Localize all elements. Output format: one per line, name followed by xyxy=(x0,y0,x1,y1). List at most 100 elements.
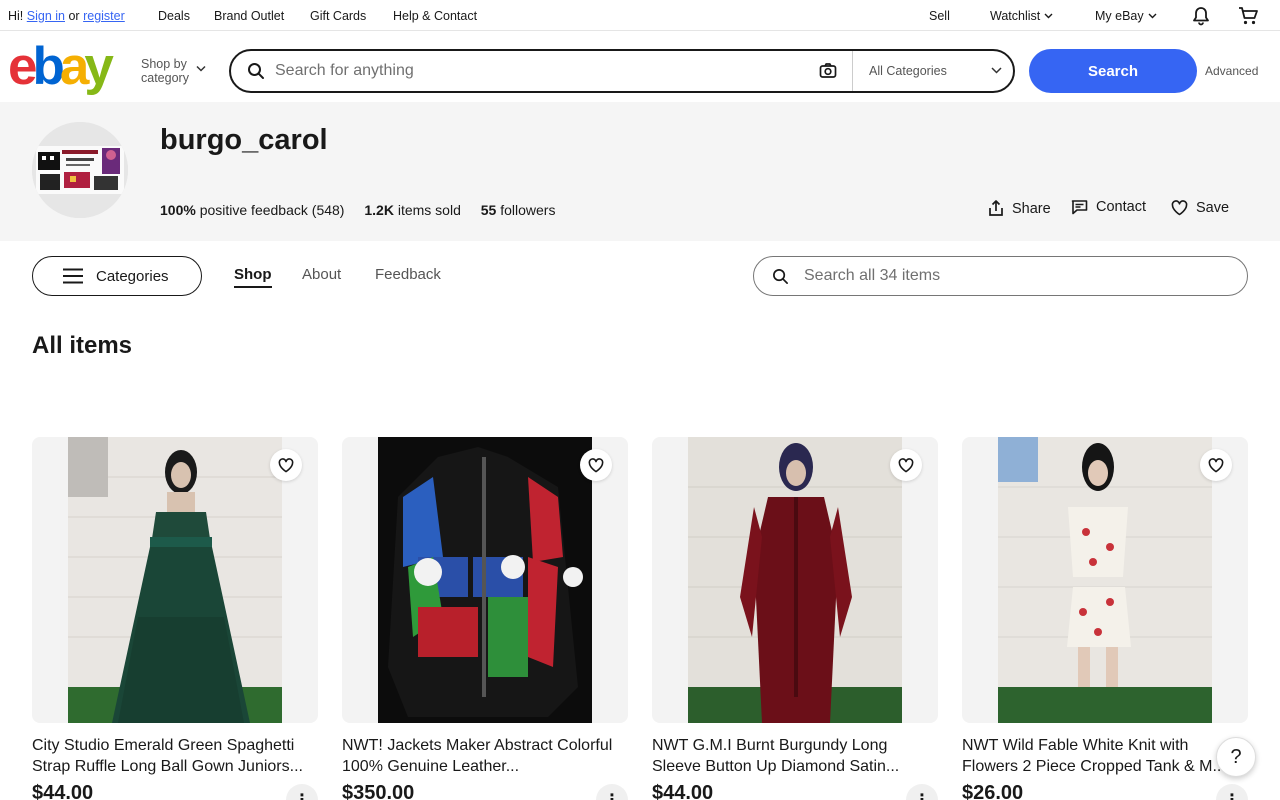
shop-by-category-button[interactable]: Shop by category xyxy=(141,57,189,85)
search-icon xyxy=(773,269,788,284)
category-label: category xyxy=(141,71,189,85)
share-button[interactable]: Share xyxy=(988,200,1051,217)
my-ebay-menu[interactable]: My eBay xyxy=(1095,9,1157,23)
logo-letter: y xyxy=(84,37,114,96)
product-image[interactable] xyxy=(342,437,628,723)
heart-icon xyxy=(278,457,294,472)
product-price: $44.00 xyxy=(652,782,714,800)
store-search-bar xyxy=(753,256,1248,296)
camera-icon[interactable] xyxy=(819,62,837,80)
watchlist-label: Watchlist xyxy=(990,9,1041,23)
product-image[interactable] xyxy=(962,437,1248,723)
logo-letter: a xyxy=(59,37,90,96)
message-icon xyxy=(1071,200,1088,215)
watch-item-button[interactable] xyxy=(890,449,922,481)
advanced-search-link[interactable]: Advanced xyxy=(1205,64,1258,78)
sign-in-link[interactable]: Sign in xyxy=(27,9,65,23)
tab-shop[interactable]: Shop xyxy=(234,266,272,288)
items-sold-value: 1.2K xyxy=(364,202,394,218)
product-card[interactable]: NWT Wild Fable White Knit with Flowers 2… xyxy=(962,437,1248,800)
product-card[interactable]: NWT G.M.I Burnt Burgundy Long Sleeve But… xyxy=(652,437,938,800)
save-seller-button[interactable]: Save xyxy=(1171,200,1229,216)
product-image[interactable] xyxy=(32,437,318,723)
store-search-input[interactable] xyxy=(804,265,1224,287)
gift-cards-link[interactable]: Gift Cards xyxy=(310,9,366,23)
items-sold-label: items sold xyxy=(397,202,461,218)
seller-avatar[interactable] xyxy=(32,122,128,218)
main-search-bar: All Categories xyxy=(229,49,1015,93)
categories-button[interactable]: Categories xyxy=(32,256,202,296)
product-photo xyxy=(998,437,1212,723)
product-price: $44.00 xyxy=(32,782,94,800)
product-title[interactable]: NWT G.M.I Burnt Burgundy Long Sleeve But… xyxy=(652,735,938,777)
watch-item-button[interactable] xyxy=(270,449,302,481)
product-photo xyxy=(378,437,592,723)
product-price: $350.00 xyxy=(342,782,415,800)
product-photo xyxy=(688,437,902,723)
shop-by-label: Shop by xyxy=(141,57,187,71)
watch-item-button[interactable] xyxy=(1200,449,1232,481)
product-title[interactable]: NWT! Jackets Maker Abstract Colorful 100… xyxy=(342,735,628,777)
heart-icon xyxy=(588,457,604,472)
save-label: Save xyxy=(1196,200,1230,216)
help-button[interactable]: ? xyxy=(1216,737,1256,777)
chevron-down-icon xyxy=(1148,13,1157,19)
sell-link[interactable]: Sell xyxy=(929,9,950,23)
seller-name[interactable]: burgo_carol xyxy=(160,124,328,157)
menu-icon xyxy=(63,268,83,284)
feedback-stat[interactable]: 100% positive feedback (548) xyxy=(160,202,344,218)
logo-letter: b xyxy=(32,37,64,96)
heart-icon xyxy=(1171,200,1188,216)
heart-icon xyxy=(898,457,914,472)
share-label: Share xyxy=(1012,200,1051,217)
followers-label: followers xyxy=(500,202,556,218)
greeting-prefix: Hi! xyxy=(8,9,24,23)
brand-outlet-link[interactable]: Brand Outlet xyxy=(214,9,284,23)
product-title[interactable]: City Studio Emerald Green Spaghetti Stra… xyxy=(32,735,318,777)
watch-item-button[interactable] xyxy=(580,449,612,481)
feedback-percent: 100% xyxy=(160,202,196,218)
top-navigation: Hi! Sign in or register Deals Brand Outl… xyxy=(0,0,1280,31)
avatar-image xyxy=(32,122,128,218)
product-price: $26.00 xyxy=(962,782,1024,800)
seller-stats: 100% positive feedback (548) 1.2K items … xyxy=(160,202,571,218)
seller-banner: burgo_carol 100% positive feedback (548)… xyxy=(0,102,1280,241)
feedback-label: positive feedback xyxy=(199,202,308,218)
product-title[interactable]: NWT Wild Fable White Knit with Flowers 2… xyxy=(962,735,1248,777)
chevron-down-icon xyxy=(991,67,1002,74)
register-link[interactable]: register xyxy=(83,9,125,23)
ebay-logo[interactable]: ebay xyxy=(8,40,114,93)
my-ebay-label: My eBay xyxy=(1095,9,1144,23)
tab-about[interactable]: About xyxy=(302,266,341,283)
chevron-down-icon xyxy=(1044,13,1053,19)
bell-icon[interactable] xyxy=(1191,6,1211,26)
feedback-count: (548) xyxy=(311,202,345,218)
section-title: All items xyxy=(32,332,133,359)
greeting: Hi! Sign in or register xyxy=(8,9,125,23)
category-select[interactable]: All Categories xyxy=(869,64,947,78)
search-input[interactable] xyxy=(275,59,795,83)
product-photo xyxy=(68,437,282,723)
logo-letter: e xyxy=(8,37,38,96)
followers-stat: 55 followers xyxy=(481,202,556,218)
chevron-down-icon xyxy=(196,65,206,72)
items-sold-stat: 1.2K items sold xyxy=(364,202,461,218)
followers-value: 55 xyxy=(480,202,497,218)
product-card[interactable]: NWT! Jackets Maker Abstract Colorful 100… xyxy=(342,437,628,800)
cart-icon[interactable] xyxy=(1238,6,1259,26)
or-text: or xyxy=(68,9,80,23)
heart-icon xyxy=(1208,457,1224,472)
share-icon xyxy=(989,200,1003,216)
categories-label: Categories xyxy=(96,267,169,285)
help-contact-link[interactable]: Help & Contact xyxy=(393,9,477,23)
deals-link[interactable]: Deals xyxy=(158,9,190,23)
watchlist-menu[interactable]: Watchlist xyxy=(990,9,1053,23)
site-header: ebay Shop by category All Categories Sea… xyxy=(0,31,1280,102)
product-image[interactable] xyxy=(652,437,938,723)
search-icon xyxy=(248,63,264,79)
tab-feedback[interactable]: Feedback xyxy=(375,266,441,283)
product-card[interactable]: City Studio Emerald Green Spaghetti Stra… xyxy=(32,437,318,800)
search-button[interactable]: Search xyxy=(1029,49,1197,93)
contact-button[interactable]: Contact xyxy=(1071,199,1146,215)
search-divider xyxy=(852,51,853,91)
